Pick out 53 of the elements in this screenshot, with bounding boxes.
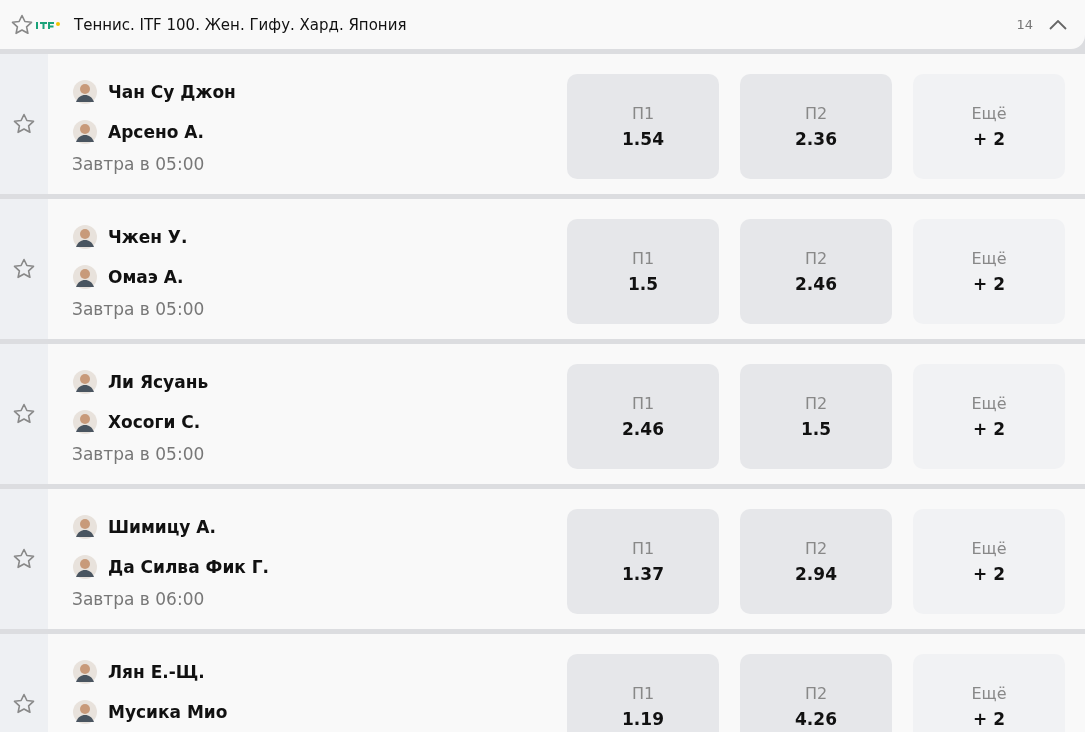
player-name: Ли Ясуань (108, 372, 209, 392)
player-name: Чан Су Джон (108, 82, 236, 102)
player-avatar-icon (72, 514, 98, 540)
more-markets-button[interactable]: Ещё + 2 (913, 509, 1065, 614)
star-icon[interactable] (12, 547, 36, 571)
more-markets-button[interactable]: Ещё + 2 (913, 74, 1065, 179)
match-time: Завтра в 05:00 (72, 444, 206, 464)
player-avatar-icon (72, 554, 98, 580)
odds-button[interactable]: П1 1.37 (567, 509, 719, 614)
more-markets-button[interactable]: Ещё + 2 (913, 654, 1065, 732)
player-name: Омаэ А. (108, 267, 184, 287)
odds-button[interactable]: П2 1.5 (740, 364, 892, 469)
player-name: Мусика Мио (108, 702, 228, 722)
match-row[interactable]: Чжен У. Омаэ А. Завтра в 05:00 П1 1.5 П2 2.46 Ещё + 2 (0, 199, 1085, 339)
star-icon[interactable] (12, 402, 36, 426)
match-time: Завтра в 05:00 (72, 299, 206, 319)
odds-button[interactable]: П1 2.46 (567, 364, 719, 469)
player-name: Чжен У. (108, 227, 188, 247)
match-time: Завтра в 05:00 (72, 154, 206, 174)
odds-button[interactable]: П2 4.26 (740, 654, 892, 732)
match-row[interactable]: Шимицу А. Да Силва Фик Г. Завтра в 06:00 П1 1.37 П2 2.94 Ещё + 2 (0, 489, 1085, 629)
player-avatar-icon (72, 224, 98, 250)
odds-button[interactable]: П1 1.54 (567, 74, 719, 179)
match-row[interactable]: Чан Су Джон Арсено А. Завтра в 05:00 П1 1.54 П2 2.36 Ещё + 2 (0, 54, 1085, 194)
player-avatar-icon (72, 119, 98, 145)
odds-button[interactable]: П2 2.36 (740, 74, 892, 179)
player-avatar-icon (72, 264, 98, 290)
player-avatar-icon (72, 409, 98, 435)
player-name: Арсено А. (108, 122, 204, 142)
tournament-title: Теннис. ITF 100. Жен. Гифу. Хард. Япония (74, 15, 408, 34)
odds-button[interactable]: П1 1.19 (567, 654, 719, 732)
match-count: 14 (1016, 17, 1033, 32)
player-name: Шимицу А. (108, 517, 216, 537)
odds-button[interactable]: П1 1.5 (567, 219, 719, 324)
player-avatar-icon (72, 699, 98, 725)
star-icon[interactable] (12, 692, 36, 716)
player-name: Да Силва Фик Г. (108, 557, 270, 577)
player-avatar-icon (72, 659, 98, 685)
star-icon[interactable] (10, 12, 34, 37)
match-row[interactable]: Лян Е.-Щ. Мусика Мио П1 1.19 П2 4.26 Ещё + 2 (0, 634, 1085, 732)
player-name: Хосоги С. (108, 412, 201, 432)
match-row[interactable]: Ли Ясуань Хосоги С. Завтра в 05:00 П1 2.46 П2 1.5 Ещё + 2 (0, 344, 1085, 484)
player-avatar-icon (72, 79, 98, 105)
star-icon[interactable] (12, 112, 36, 136)
player-avatar-icon (72, 369, 98, 395)
player-name: Лян Е.-Щ. (108, 662, 205, 682)
chevron-icon[interactable] (1049, 19, 1067, 30)
star-icon[interactable] (12, 257, 36, 281)
odds-button[interactable]: П2 2.46 (740, 219, 892, 324)
match-time: Завтра в 06:00 (72, 589, 206, 609)
more-markets-button[interactable]: Ещё + 2 (913, 364, 1065, 469)
odds-button[interactable]: П2 2.94 (740, 509, 892, 614)
more-markets-button[interactable]: Ещё + 2 (913, 219, 1065, 324)
